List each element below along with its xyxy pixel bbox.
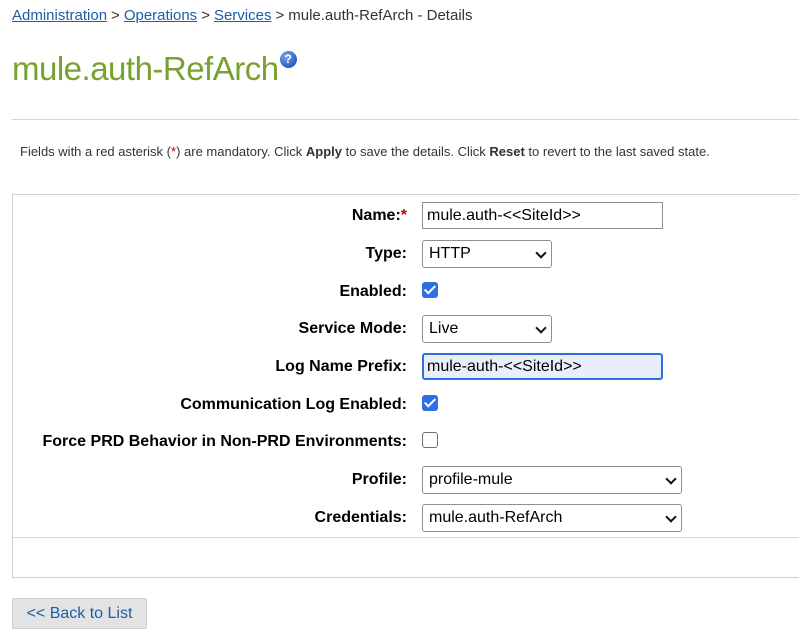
profile-select[interactable]: profile-mule: [422, 466, 682, 494]
form-row-name: Name:*: [13, 201, 799, 231]
note-text: to revert to the last saved state.: [524, 144, 710, 159]
breadcrumb-link-administration[interactable]: Administration: [12, 7, 107, 24]
breadcrumb-link-operations[interactable]: Operations: [124, 7, 197, 24]
service-mode-select[interactable]: Live: [422, 315, 552, 343]
service-details-form: Name:* Type: HTTP Enabled: Service Mode:…: [12, 194, 799, 578]
form-row-type: Type: HTTP: [13, 239, 799, 269]
note-text: Fields with a red asterisk (: [20, 144, 171, 159]
chevron-down-icon: [535, 322, 547, 334]
force-prd-label: Force PRD Behavior in Non-PRD Environmen…: [42, 433, 408, 450]
note-text: to save the details. Click: [341, 144, 490, 159]
back-to-list-button[interactable]: << Back to List: [12, 598, 147, 629]
note-text: ) are mandatory. Click: [176, 144, 306, 159]
breadcrumb-current: mule.auth-RefArch - Details: [288, 7, 473, 24]
log-name-prefix-label: Log Name Prefix:: [275, 358, 407, 375]
help-icon[interactable]: ?: [279, 51, 297, 68]
form-row-force-prd: Force PRD Behavior in Non-PRD Environmen…: [13, 427, 799, 457]
note-reset-keyword: Reset: [489, 144, 525, 159]
divider: [12, 119, 799, 120]
form-row-service-mode: Service Mode: Live: [13, 314, 799, 344]
breadcrumb-separator: >: [111, 7, 120, 24]
note-apply-keyword: Apply: [305, 144, 342, 159]
page-title: mule.auth-RefArch: [12, 50, 279, 87]
type-label: Type:: [365, 245, 407, 262]
breadcrumb: Administration > Operations > Services > mule.…: [12, 7, 472, 24]
form-row-enabled: Enabled:: [13, 277, 799, 307]
form-row-profile: Profile: profile-mule: [13, 465, 799, 495]
enabled-label: Enabled:: [339, 283, 407, 300]
page-header: mule.auth-RefArch?: [12, 50, 297, 88]
force-prd-checkbox[interactable]: [422, 432, 438, 448]
credentials-select[interactable]: mule.auth-RefArch: [422, 504, 682, 532]
service-mode-select-value: Live: [429, 320, 459, 337]
form-row-log-name-prefix: Log Name Prefix:: [13, 352, 799, 382]
service-mode-label: Service Mode:: [298, 320, 407, 337]
communication-log-enabled-label: Communication Log Enabled:: [180, 396, 407, 413]
chevron-down-icon: [535, 247, 547, 259]
required-asterisk: *: [400, 207, 407, 224]
credentials-label: Credentials:: [314, 509, 407, 526]
profile-select-value: profile-mule: [429, 471, 513, 488]
breadcrumb-separator: >: [201, 7, 210, 24]
name-input[interactable]: [422, 202, 663, 229]
breadcrumb-link-services[interactable]: Services: [214, 7, 272, 24]
log-name-prefix-input[interactable]: [422, 353, 663, 380]
type-select[interactable]: HTTP: [422, 240, 552, 268]
name-label: Name:*: [352, 207, 407, 225]
breadcrumb-separator: >: [275, 7, 285, 24]
profile-label: Profile:: [351, 471, 407, 488]
form-footer-divider: [13, 537, 799, 538]
enabled-checkbox[interactable]: [422, 282, 438, 298]
form-row-communication-log: Communication Log Enabled:: [13, 390, 799, 420]
type-select-value: HTTP: [429, 245, 471, 262]
name-label-text: Name:: [351, 207, 401, 224]
form-row-credentials: Credentials: mule.auth-RefArch: [13, 503, 799, 533]
communication-log-enabled-checkbox[interactable]: [422, 395, 438, 411]
mandatory-fields-note: Fields with a red asterisk (*) are manda…: [20, 144, 710, 159]
chevron-down-icon: [665, 473, 677, 485]
credentials-select-value: mule.auth-RefArch: [429, 509, 563, 526]
chevron-down-icon: [665, 511, 677, 523]
